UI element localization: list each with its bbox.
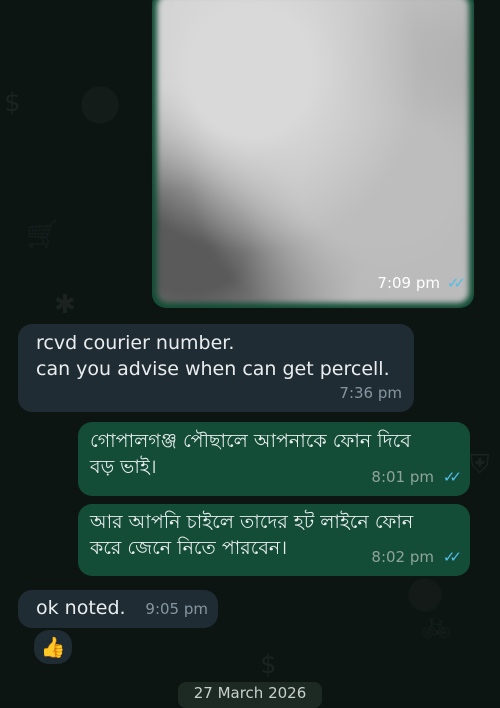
double-check-icon: ✓✓ bbox=[446, 274, 466, 292]
message-time: 9:05 pm bbox=[145, 600, 208, 618]
wallpaper-cart-icon: 🛒 bbox=[26, 220, 59, 250]
double-check-icon: ✓✓ bbox=[442, 468, 462, 486]
message-text: rcvd courier number. can you advise when… bbox=[36, 332, 390, 380]
incoming-message[interactable]: rcvd courier number. can you advise when… bbox=[18, 324, 414, 412]
wallpaper-dollar-icon: $ bbox=[4, 88, 21, 118]
outgoing-message[interactable]: গোপালগঞ্জ পৌছালে আপনাকে ফোন দিবে বড় ভাই… bbox=[78, 422, 470, 496]
message-time: 8:02 pm bbox=[371, 548, 434, 566]
message-text: ok noted. bbox=[36, 597, 126, 619]
wallpaper-star-icon: ✱ bbox=[54, 290, 76, 320]
message-time: 7:09 pm bbox=[377, 274, 440, 292]
date-separator: 27 March 2026 bbox=[178, 682, 322, 708]
incoming-message[interactable]: ok noted. 9:05 pm bbox=[18, 590, 218, 628]
blurred-image[interactable] bbox=[157, 0, 469, 303]
thumbs-up-icon[interactable]: 👍 bbox=[32, 628, 74, 666]
double-check-icon: ✓✓ bbox=[442, 548, 462, 566]
wallpaper-bike-icon: 🚲 bbox=[420, 610, 453, 640]
wallpaper-dollar-icon: $ bbox=[260, 650, 277, 680]
wallpaper-shield-icon: ⛨ bbox=[470, 450, 490, 480]
message-time: 8:01 pm bbox=[371, 468, 434, 486]
image-message[interactable]: 7:09 pm ✓✓ bbox=[152, 0, 474, 308]
outgoing-message[interactable]: আর আপনি চাইলে তাদের হট লাইনে ফোন করে জেন… bbox=[78, 504, 470, 576]
message-time: 7:36 pm bbox=[339, 384, 402, 402]
